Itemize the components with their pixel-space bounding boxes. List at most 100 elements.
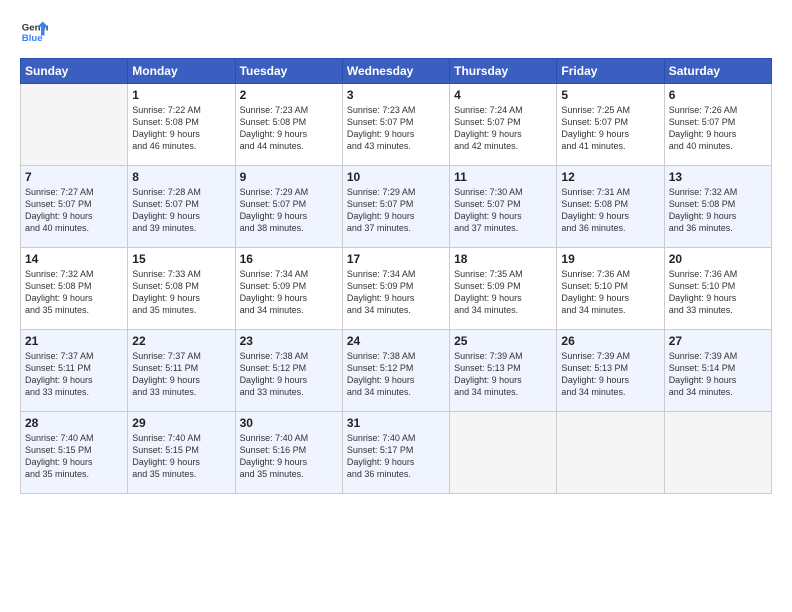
- day-number: 3: [347, 88, 445, 102]
- day-number: 12: [561, 170, 659, 184]
- calendar-week-row: 1Sunrise: 7:22 AM Sunset: 5:08 PM Daylig…: [21, 84, 772, 166]
- logo-icon: General Blue: [20, 18, 48, 46]
- day-info: Sunrise: 7:24 AM Sunset: 5:07 PM Dayligh…: [454, 104, 552, 153]
- header: General Blue: [20, 18, 772, 46]
- day-number: 29: [132, 416, 230, 430]
- day-number: 31: [347, 416, 445, 430]
- calendar-day-31: 31 Sunrise: 7:40 AM Sunset: 5:17 PM Dayli…: [342, 412, 449, 494]
- calendar-day-21: 21 Sunrise: 7:37 AM Sunset: 5:11 PM Dayli…: [21, 330, 128, 412]
- svg-text:Blue: Blue: [22, 33, 43, 44]
- calendar-day-empty: [664, 412, 771, 494]
- day-number: 5: [561, 88, 659, 102]
- calendar-day-1: 1Sunrise: 7:22 AM Sunset: 5:08 PM Daylig…: [128, 84, 235, 166]
- calendar-day-28: 28Sunrise: 7:40 AM Sunset: 5:15 PM Dayli…: [21, 412, 128, 494]
- day-info: Sunrise: 7:38 AM Sunset: 5:12 PM Dayligh…: [240, 350, 338, 399]
- day-info: Sunrise: 7:40 AM Sunset: 5:17 PM Dayligh…: [347, 432, 445, 481]
- day-number: 10: [347, 170, 445, 184]
- calendar-day-11: 11Sunrise: 7:30 AM Sunset: 5:07 PM Dayli…: [450, 166, 557, 248]
- day-number: 19: [561, 252, 659, 266]
- calendar-day-20: 20 Sunrise: 7:36 AM Sunset: 5:10 PM Dayli…: [664, 248, 771, 330]
- day-number: 15: [132, 252, 230, 266]
- day-number: 30: [240, 416, 338, 430]
- day-number: 26: [561, 334, 659, 348]
- day-info: Sunrise: 7:32 AM Sunset: 5:08 PM Dayligh…: [25, 268, 123, 317]
- calendar-day-16: 16Sunrise: 7:34 AM Sunset: 5:09 PM Dayli…: [235, 248, 342, 330]
- calendar-day-15: 15 Sunrise: 7:33 AM Sunset: 5:08 PM Dayli…: [128, 248, 235, 330]
- calendar-page: General Blue SundayMondayTuesdayWednesda…: [0, 0, 792, 612]
- day-number: 17: [347, 252, 445, 266]
- day-info: Sunrise: 7:37 AM Sunset: 5:11 PM Dayligh…: [25, 350, 123, 399]
- day-info: Sunrise: 7:35 AM Sunset: 5:09 PM Dayligh…: [454, 268, 552, 317]
- calendar-day-9: 9 Sunrise: 7:29 AM Sunset: 5:07 PM Daylig…: [235, 166, 342, 248]
- calendar-day-4: 4 Sunrise: 7:24 AM Sunset: 5:07 PM Daylig…: [450, 84, 557, 166]
- day-number: 8: [132, 170, 230, 184]
- day-number: 4: [454, 88, 552, 102]
- calendar-day-14: 14 Sunrise: 7:32 AM Sunset: 5:08 PM Dayli…: [21, 248, 128, 330]
- weekday-header-row: SundayMondayTuesdayWednesdayThursdayFrid…: [21, 59, 772, 84]
- calendar-day-18: 18 Sunrise: 7:35 AM Sunset: 5:09 PM Dayli…: [450, 248, 557, 330]
- day-info: Sunrise: 7:37 AM Sunset: 5:11 PM Dayligh…: [132, 350, 230, 399]
- day-number: 18: [454, 252, 552, 266]
- weekday-header-friday: Friday: [557, 59, 664, 84]
- day-number: 20: [669, 252, 767, 266]
- day-number: 2: [240, 88, 338, 102]
- day-info: Sunrise: 7:25 AM Sunset: 5:07 PM Dayligh…: [561, 104, 659, 153]
- day-info: Sunrise: 7:29 AM Sunset: 5:07 PM Dayligh…: [240, 186, 338, 235]
- day-info: Sunrise: 7:33 AM Sunset: 5:08 PM Dayligh…: [132, 268, 230, 317]
- day-info: Sunrise: 7:39 AM Sunset: 5:13 PM Dayligh…: [454, 350, 552, 399]
- calendar-day-27: 27 Sunrise: 7:39 AM Sunset: 5:14 PM Dayli…: [664, 330, 771, 412]
- day-number: 24: [347, 334, 445, 348]
- day-info: Sunrise: 7:31 AM Sunset: 5:08 PM Dayligh…: [561, 186, 659, 235]
- calendar-week-row: 7 Sunrise: 7:27 AM Sunset: 5:07 PM Daylig…: [21, 166, 772, 248]
- calendar-day-empty: [557, 412, 664, 494]
- day-info: Sunrise: 7:34 AM Sunset: 5:09 PM Dayligh…: [347, 268, 445, 317]
- day-info: Sunrise: 7:22 AM Sunset: 5:08 PM Dayligh…: [132, 104, 230, 153]
- weekday-header-thursday: Thursday: [450, 59, 557, 84]
- day-info: Sunrise: 7:23 AM Sunset: 5:08 PM Dayligh…: [240, 104, 338, 153]
- calendar-day-empty: [21, 84, 128, 166]
- day-number: 6: [669, 88, 767, 102]
- day-info: Sunrise: 7:39 AM Sunset: 5:14 PM Dayligh…: [669, 350, 767, 399]
- day-number: 28: [25, 416, 123, 430]
- day-number: 22: [132, 334, 230, 348]
- calendar-day-22: 22 Sunrise: 7:37 AM Sunset: 5:11 PM Dayli…: [128, 330, 235, 412]
- day-info: Sunrise: 7:30 AM Sunset: 5:07 PM Dayligh…: [454, 186, 552, 235]
- day-number: 13: [669, 170, 767, 184]
- day-number: 7: [25, 170, 123, 184]
- calendar-day-23: 23 Sunrise: 7:38 AM Sunset: 5:12 PM Dayli…: [235, 330, 342, 412]
- calendar-table: SundayMondayTuesdayWednesdayThursdayFrid…: [20, 58, 772, 494]
- day-info: Sunrise: 7:26 AM Sunset: 5:07 PM Dayligh…: [669, 104, 767, 153]
- day-info: Sunrise: 7:27 AM Sunset: 5:07 PM Dayligh…: [25, 186, 123, 235]
- day-number: 14: [25, 252, 123, 266]
- weekday-header-wednesday: Wednesday: [342, 59, 449, 84]
- calendar-day-12: 12 Sunrise: 7:31 AM Sunset: 5:08 PM Dayli…: [557, 166, 664, 248]
- day-number: 9: [240, 170, 338, 184]
- calendar-day-30: 30Sunrise: 7:40 AM Sunset: 5:16 PM Dayli…: [235, 412, 342, 494]
- calendar-day-17: 17 Sunrise: 7:34 AM Sunset: 5:09 PM Dayli…: [342, 248, 449, 330]
- logo: General Blue: [20, 18, 52, 46]
- calendar-day-25: 25Sunrise: 7:39 AM Sunset: 5:13 PM Dayli…: [450, 330, 557, 412]
- calendar-day-8: 8 Sunrise: 7:28 AM Sunset: 5:07 PM Daylig…: [128, 166, 235, 248]
- day-info: Sunrise: 7:36 AM Sunset: 5:10 PM Dayligh…: [561, 268, 659, 317]
- calendar-day-6: 6 Sunrise: 7:26 AM Sunset: 5:07 PM Daylig…: [664, 84, 771, 166]
- calendar-week-row: 14 Sunrise: 7:32 AM Sunset: 5:08 PM Dayli…: [21, 248, 772, 330]
- day-info: Sunrise: 7:28 AM Sunset: 5:07 PM Dayligh…: [132, 186, 230, 235]
- day-number: 21: [25, 334, 123, 348]
- day-number: 27: [669, 334, 767, 348]
- calendar-day-3: 3Sunrise: 7:23 AM Sunset: 5:07 PM Daylig…: [342, 84, 449, 166]
- calendar-day-7: 7 Sunrise: 7:27 AM Sunset: 5:07 PM Daylig…: [21, 166, 128, 248]
- calendar-day-2: 2 Sunrise: 7:23 AM Sunset: 5:08 PM Daylig…: [235, 84, 342, 166]
- calendar-day-24: 24 Sunrise: 7:38 AM Sunset: 5:12 PM Dayli…: [342, 330, 449, 412]
- day-info: Sunrise: 7:39 AM Sunset: 5:13 PM Dayligh…: [561, 350, 659, 399]
- calendar-day-29: 29 Sunrise: 7:40 AM Sunset: 5:15 PM Dayli…: [128, 412, 235, 494]
- day-info: Sunrise: 7:36 AM Sunset: 5:10 PM Dayligh…: [669, 268, 767, 317]
- day-info: Sunrise: 7:40 AM Sunset: 5:15 PM Dayligh…: [132, 432, 230, 481]
- weekday-header-sunday: Sunday: [21, 59, 128, 84]
- weekday-header-tuesday: Tuesday: [235, 59, 342, 84]
- weekday-header-monday: Monday: [128, 59, 235, 84]
- day-number: 23: [240, 334, 338, 348]
- day-info: Sunrise: 7:38 AM Sunset: 5:12 PM Dayligh…: [347, 350, 445, 399]
- calendar-day-19: 19 Sunrise: 7:36 AM Sunset: 5:10 PM Dayli…: [557, 248, 664, 330]
- day-info: Sunrise: 7:29 AM Sunset: 5:07 PM Dayligh…: [347, 186, 445, 235]
- weekday-header-saturday: Saturday: [664, 59, 771, 84]
